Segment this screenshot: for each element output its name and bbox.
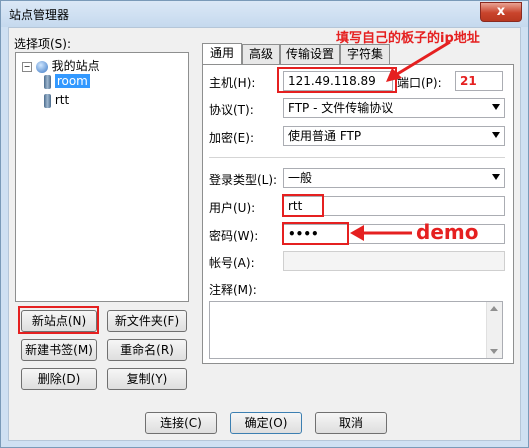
demo-annotation: demo <box>416 220 479 244</box>
chevron-down-icon <box>492 174 500 180</box>
title-bar[interactable]: 站点管理器 x <box>1 1 528 27</box>
user-label: 用户(U): <box>209 201 256 215</box>
chevron-down-icon <box>492 104 500 110</box>
ok-button[interactable]: 确定(O) <box>230 412 302 434</box>
logon-type-label: 登录类型(L): <box>209 173 278 187</box>
connect-button[interactable]: 连接(C) <box>145 412 217 434</box>
tree-item-label: room <box>54 74 90 88</box>
tree-root-my-sites[interactable]: − 我的站点 <box>22 57 100 74</box>
encryption-label: 加密(E): <box>209 131 254 145</box>
scroll-up-icon[interactable] <box>490 306 498 311</box>
ip-annotation-arrow-icon <box>386 40 451 82</box>
site-tree[interactable]: − 我的站点 room rtt <box>15 52 189 302</box>
account-label: 帐号(A): <box>209 256 255 270</box>
tab-transfer-settings[interactable]: 传输设置 <box>280 44 340 64</box>
host-highlight-box <box>277 67 397 93</box>
comments-label: 注释(M): <box>209 283 257 297</box>
copy-button[interactable]: 复制(Y) <box>107 368 187 390</box>
comments-textarea[interactable] <box>209 301 503 359</box>
password-highlight-box <box>282 222 349 245</box>
select-entry-label: 选择项(S): <box>14 37 72 51</box>
user-highlight-box <box>282 194 324 217</box>
account-input <box>283 251 505 271</box>
encryption-select[interactable]: 使用普通 FTP <box>283 126 505 146</box>
protocol-label: 协议(T): <box>209 103 254 117</box>
chevron-down-icon <box>492 132 500 138</box>
window-title: 站点管理器 <box>9 8 70 22</box>
close-button[interactable]: x <box>480 2 522 22</box>
tree-item-rtt[interactable]: rtt <box>44 93 69 108</box>
highlight-box <box>18 306 99 334</box>
demo-annotation-arrow-icon <box>350 225 412 241</box>
collapse-icon[interactable]: − <box>22 61 32 72</box>
password-label: 密码(W): <box>209 229 259 243</box>
scroll-down-icon[interactable] <box>490 349 498 354</box>
tab-general[interactable]: 通用 <box>202 43 242 65</box>
encryption-value: 使用普通 FTP <box>288 129 362 143</box>
server-icon <box>44 74 51 89</box>
logon-type-value: 一般 <box>288 171 313 185</box>
tab-advanced[interactable]: 高级 <box>242 44 280 64</box>
sites-folder-icon <box>35 60 48 73</box>
new-bookmark-button[interactable]: 新建书签(M) <box>21 339 97 361</box>
delete-button[interactable]: 删除(D) <box>21 368 97 390</box>
divider <box>209 157 505 158</box>
host-label: 主机(H): <box>209 76 256 90</box>
cancel-button[interactable]: 取消 <box>315 412 387 434</box>
port-input[interactable]: 21 <box>455 71 503 91</box>
comments-scrollbar[interactable] <box>486 302 502 358</box>
protocol-select[interactable]: FTP - 文件传输协议 <box>283 98 505 118</box>
logon-type-select[interactable]: 一般 <box>283 168 505 188</box>
general-panel: 主机(H): 121.49.118.89 端口(P): 21 协议(T): FT… <box>202 64 514 364</box>
new-folder-button[interactable]: 新文件夹(F) <box>107 310 187 332</box>
tree-item-room[interactable]: room <box>44 74 90 89</box>
tree-item-label: rtt <box>54 93 70 107</box>
server-icon <box>44 93 51 108</box>
protocol-value: FTP - 文件传输协议 <box>288 101 394 115</box>
rename-button[interactable]: 重命名(R) <box>107 339 187 361</box>
tree-root-label: 我的站点 <box>51 59 100 73</box>
